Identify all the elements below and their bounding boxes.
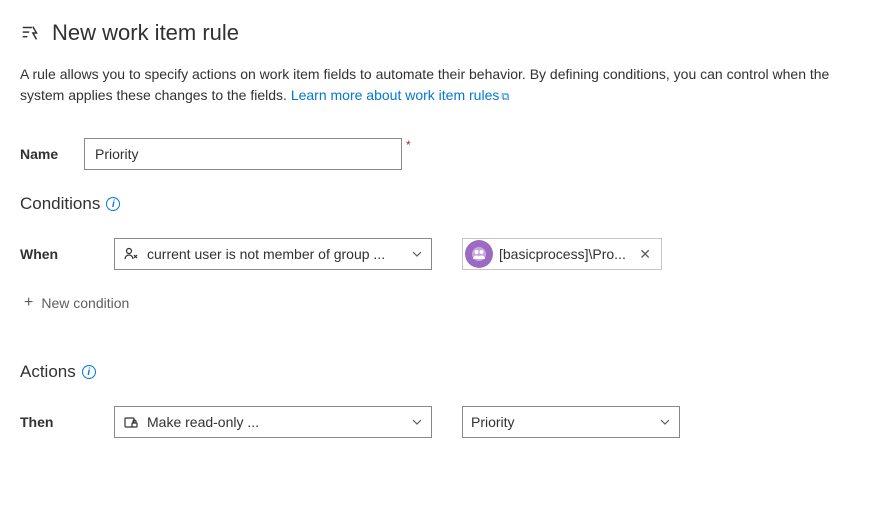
learn-more-link[interactable]: Learn more about work item rules⧉ — [291, 87, 509, 103]
when-label: When — [20, 246, 84, 262]
chevron-down-icon — [411, 416, 423, 428]
chevron-down-icon — [659, 416, 671, 428]
page-header: New work item rule — [20, 20, 849, 46]
actions-heading: Actions i — [20, 362, 849, 382]
action-row: Then Make read-only ... Priority — [20, 406, 849, 438]
chevron-down-icon — [411, 248, 423, 260]
group-avatar-icon — [465, 240, 493, 268]
condition-type-dropdown[interactable]: current user is not member of group ... — [114, 238, 432, 270]
name-row: Name * — [20, 138, 849, 170]
name-label: Name — [20, 146, 84, 162]
action-type-dropdown[interactable]: Make read-only ... — [114, 406, 432, 438]
conditions-title-text: Conditions — [20, 194, 100, 214]
info-icon[interactable]: i — [82, 365, 96, 379]
close-icon[interactable]: ✕ — [635, 244, 655, 265]
condition-row: When current user is not member of group… — [20, 238, 849, 270]
rule-icon — [20, 22, 42, 44]
plus-icon: + — [24, 294, 33, 312]
name-input[interactable] — [84, 138, 402, 170]
actions-title-text: Actions — [20, 362, 76, 382]
user-x-icon — [123, 246, 139, 262]
readonly-icon — [123, 414, 139, 430]
add-condition-label: New condition — [41, 295, 129, 311]
add-condition-button[interactable]: + New condition — [24, 294, 849, 312]
group-chip: [basicprocess]\Pro... ✕ — [462, 238, 662, 270]
info-icon[interactable]: i — [106, 197, 120, 211]
group-name: [basicprocess]\Pro... — [499, 246, 629, 262]
external-link-icon: ⧉ — [501, 91, 509, 103]
action-field-dropdown[interactable]: Priority — [462, 406, 680, 438]
then-label: Then — [20, 414, 84, 430]
action-type-text: Make read-only ... — [147, 414, 403, 430]
condition-type-text: current user is not member of group ... — [147, 246, 403, 262]
page-title: New work item rule — [52, 20, 239, 46]
action-field-text: Priority — [471, 414, 651, 430]
required-indicator: * — [406, 138, 411, 152]
conditions-heading: Conditions i — [20, 194, 849, 214]
page-description: A rule allows you to specify actions on … — [20, 64, 849, 106]
